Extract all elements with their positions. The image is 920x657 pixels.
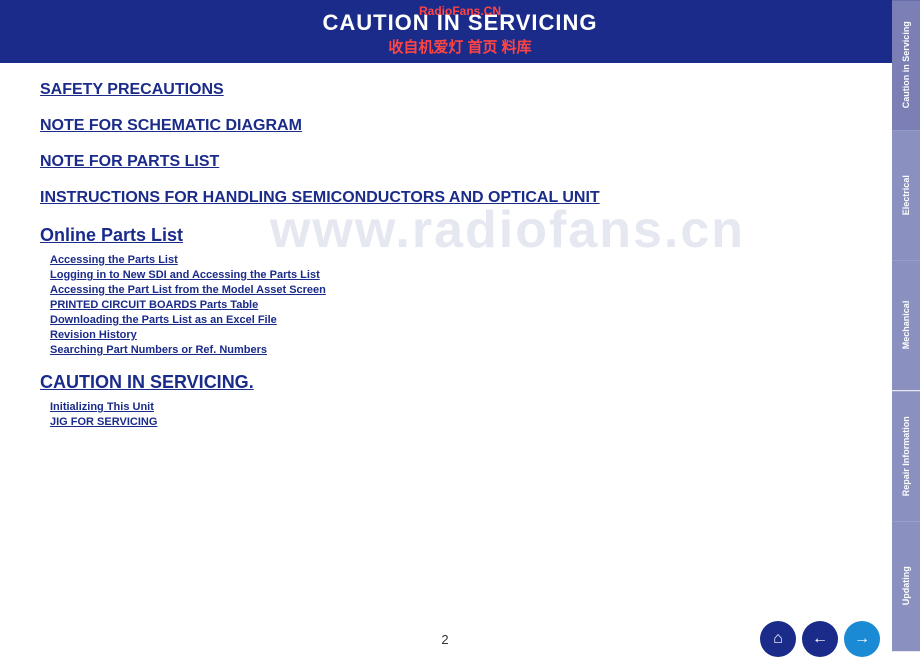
header-subtitle: 收自机爱灯 首页 料库: [0, 36, 920, 57]
sidebar-tab-mechanical[interactable]: Mechanical: [892, 260, 920, 390]
online-parts-title[interactable]: Online Parts List: [40, 225, 183, 246]
page-number: 2: [441, 632, 448, 647]
sub-link-logging[interactable]: Logging in to New SDI and Accessing the …: [50, 269, 850, 281]
header-watermark: RadioFans.CN: [419, 4, 501, 18]
caution-servicing-section: CAUTION IN SERVICING. Initializing This …: [40, 372, 850, 428]
schematic-link[interactable]: NOTE FOR SCHEMATIC DIAGRAM: [40, 117, 850, 135]
main-content: SAFETY PRECAUTIONS NOTE FOR SCHEMATIC DI…: [0, 63, 890, 454]
sub-link-initializing[interactable]: Initializing This Unit: [50, 401, 850, 413]
back-button[interactable]: ←: [802, 621, 838, 657]
sub-link-download-excel[interactable]: Downloading the Parts List as an Excel F…: [50, 314, 850, 326]
sub-link-pcb-table[interactable]: PRINTED CIRCUIT BOARDS Parts Table: [50, 299, 850, 311]
parts-list-link[interactable]: NOTE FOR PARTS LIST: [40, 153, 850, 171]
footer-buttons: ⌂ ← →: [760, 621, 880, 657]
sub-link-search[interactable]: Searching Part Numbers or Ref. Numbers: [50, 344, 850, 356]
sidebar-tab-electrical[interactable]: Electrical: [892, 130, 920, 260]
next-button[interactable]: →: [844, 621, 880, 657]
sidebar-tab-updating[interactable]: Updating: [892, 521, 920, 651]
sidebar-tabs: Caution in Servicing Electrical Mechanic…: [892, 0, 920, 651]
safety-link[interactable]: SAFETY PRECAUTIONS: [40, 81, 850, 99]
caution-sub-links: Initializing This Unit JIG FOR SERVICING: [50, 401, 850, 428]
header: RadioFans.CN CAUTION IN SERVICING 收自机爱灯 …: [0, 0, 920, 63]
sub-link-model-asset[interactable]: Accessing the Part List from the Model A…: [50, 284, 850, 296]
sidebar-tab-caution[interactable]: Caution in Servicing: [892, 0, 920, 130]
sub-link-jig[interactable]: JIG FOR SERVICING: [50, 416, 850, 428]
sidebar-tab-repair[interactable]: Repair Information: [892, 391, 920, 521]
sub-link-revision[interactable]: Revision History: [50, 329, 850, 341]
online-parts-section: Online Parts List Accessing the Parts Li…: [40, 225, 850, 356]
semiconductors-link[interactable]: INSTRUCTIONS FOR HANDLING SEMICONDUCTORS…: [40, 189, 850, 207]
home-button[interactable]: ⌂: [760, 621, 796, 657]
caution-servicing-title[interactable]: CAUTION IN SERVICING.: [40, 372, 254, 393]
online-parts-sub-links: Accessing the Parts List Logging in to N…: [50, 254, 850, 356]
sub-link-accessing[interactable]: Accessing the Parts List: [50, 254, 850, 266]
